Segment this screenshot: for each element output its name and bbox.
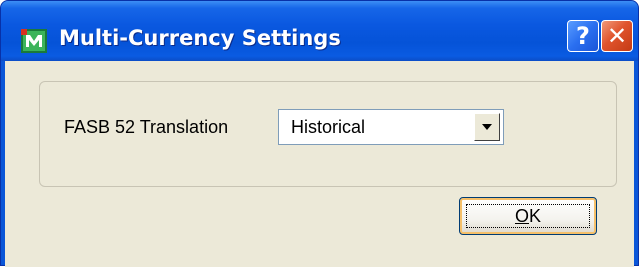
ok-button[interactable]: OK	[459, 197, 597, 235]
title-bar[interactable]: Multi-Currency Settings ? ✕	[1, 1, 638, 61]
window-title: Multi-Currency Settings	[59, 26, 341, 50]
fasb-translation-value: Historical	[291, 117, 366, 137]
close-button[interactable]: ✕	[601, 20, 633, 52]
chevron-down-icon[interactable]	[474, 113, 500, 141]
fasb-translation-label: FASB 52 Translation	[64, 117, 229, 137]
dialog-client-area: FASB 52 Translation Historical OK	[5, 61, 634, 267]
focus-rectangle	[466, 204, 590, 228]
help-button[interactable]: ?	[567, 20, 599, 52]
dialog-window: Multi-Currency Settings ? ✕ FASB 52 Tran…	[0, 0, 639, 267]
app-icon	[21, 29, 47, 53]
fasb-translation-select[interactable]: Historical	[278, 109, 504, 145]
